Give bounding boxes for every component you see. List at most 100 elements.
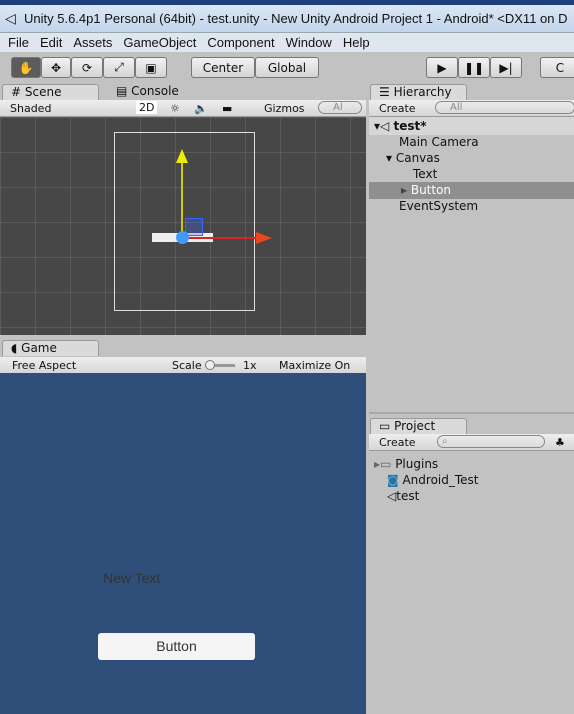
folder-icon: ▭ (379, 419, 395, 433)
pivot-center-button[interactable]: Center (191, 57, 255, 78)
menu-file[interactable]: File (8, 33, 29, 52)
project-item[interactable]: ◁test (387, 489, 419, 503)
scale-slider-thumb[interactable] (205, 360, 215, 370)
play-button[interactable]: ▶ (426, 57, 458, 78)
tab-console[interactable]: ▤ Console (108, 84, 198, 100)
x-axis-handle[interactable] (182, 237, 258, 239)
project-search-input[interactable]: ⌕ (437, 435, 545, 448)
aspect-dropdown[interactable]: Free Aspect (12, 359, 76, 372)
new-text-label: New Text (103, 570, 161, 586)
unity-scene-icon: ◁ (387, 489, 397, 503)
global-label: Global (267, 60, 307, 75)
game-button[interactable]: Button (98, 633, 255, 660)
tab-project[interactable]: ▭ Project (370, 418, 467, 434)
gizmos-dropdown[interactable]: Gizmos (264, 102, 305, 115)
menu-assets[interactable]: Assets (73, 33, 112, 52)
menu-help[interactable]: Help (343, 33, 370, 52)
audio-icon[interactable]: 🔈 (194, 102, 208, 115)
hierarchy-item[interactable]: Main Camera (399, 135, 479, 149)
tab-scene[interactable]: # Scene (2, 84, 99, 100)
filter-type-icon[interactable]: ♣ (555, 436, 565, 449)
item-label: Android_Test (402, 473, 479, 487)
scene-view[interactable] (0, 117, 366, 335)
hand-tool-button[interactable]: ✋ (11, 57, 41, 78)
rotate-tool-button[interactable]: ⟳ (71, 57, 103, 78)
scale-tool-button[interactable]: ⤢ (103, 57, 135, 78)
menu-bar: File Edit Assets GameObject Component Wi… (0, 32, 574, 52)
hierarchy-create-dropdown[interactable]: Create (379, 102, 416, 115)
play-icon: ▶ (437, 60, 447, 75)
hierarchy-item-selected[interactable]: ▸ Button (401, 183, 451, 197)
project-item[interactable]: ▸▭ Plugins (374, 457, 438, 471)
y-arrow-icon (176, 149, 188, 163)
shading-dropdown[interactable]: Shaded (10, 102, 51, 115)
project-create-dropdown[interactable]: Create (379, 436, 416, 449)
pivot-handle[interactable] (176, 231, 189, 244)
item-label: Plugins (395, 457, 439, 471)
hierarchy-item[interactable]: ▾ Canvas (386, 151, 440, 165)
game-icon: ◖ (11, 341, 22, 355)
tab-game[interactable]: ◖ Game (2, 340, 99, 356)
grid-icon: # (11, 85, 25, 99)
scale-label: Scale (172, 359, 202, 372)
item-label: Canvas (395, 151, 440, 165)
scene-root[interactable]: ▾◁ test* (374, 119, 426, 133)
unity-logo-icon: ◁ (5, 10, 16, 26)
move-tool-button[interactable]: ✥ (41, 57, 71, 78)
y-axis-handle[interactable] (181, 157, 183, 237)
move-icon: ✥ (50, 60, 62, 75)
hierarchy-item[interactable]: EventSystem (399, 199, 478, 213)
game-toolbar: Free Aspect Scale 1x Maximize On Pla (0, 357, 366, 385)
main-toolbar: ✋ ✥ ⟳ ⤢ ▣ Center Global ▶ ❚❚ ▶| C (0, 52, 574, 84)
x-arrow-icon (256, 232, 272, 244)
scale-value: 1x (243, 359, 257, 372)
item-label: Button (410, 183, 452, 197)
collab-label: C (555, 60, 565, 75)
hierarchy-item[interactable]: Text (413, 167, 437, 181)
item-label: test (396, 489, 420, 503)
collab-button[interactable]: C (540, 57, 574, 78)
window-title: Unity 5.6.4p1 Personal (64bit) - test.un… (24, 11, 568, 26)
game-view[interactable]: New Text Button (0, 373, 366, 714)
center-label: Center (202, 60, 244, 75)
selected-row[interactable] (369, 182, 574, 199)
step-icon: ▶| (499, 60, 513, 75)
expand-arrow-icon: ▾ (386, 151, 396, 165)
panel-divider (369, 412, 574, 414)
title-bar: ◁ Unity 5.6.4p1 Personal (64bit) - test.… (0, 5, 574, 32)
project-tab-label: Project (394, 419, 436, 433)
menu-component[interactable]: Component (207, 33, 274, 52)
project-item[interactable]: ◙ Android_Test (387, 473, 479, 487)
rect-tool-button[interactable]: ▣ (135, 57, 167, 78)
menu-edit[interactable]: Edit (40, 33, 62, 52)
scene-tab-label: Scene (24, 85, 62, 99)
menu-window[interactable]: Window (286, 33, 332, 52)
hierarchy-toolbar: Create All (369, 100, 574, 117)
scene-toolbar: Shaded 2D ☼ 🔈 ▬ Gizmos Al (0, 100, 366, 117)
folder-icon: ▸▭ (374, 457, 396, 471)
lighting-icon[interactable]: ☼ (170, 102, 180, 115)
list-icon: ☰ (379, 85, 394, 99)
hierarchy-tab-label: Hierarchy (393, 85, 452, 99)
tab-hierarchy[interactable]: ☰ Hierarchy (370, 84, 467, 100)
hand-icon: ✋ (18, 60, 34, 75)
pivot-global-button[interactable]: Global (255, 57, 319, 78)
effects-icon[interactable]: ▬ (222, 102, 232, 115)
2d-toggle[interactable]: 2D (136, 101, 158, 114)
step-button[interactable]: ▶| (490, 57, 522, 78)
console-tab-label: Console (131, 84, 179, 98)
expand-arrow-icon: ▾◁ (374, 119, 390, 133)
csharp-script-icon: ◙ (387, 473, 403, 487)
pause-icon: ❚❚ (463, 60, 485, 75)
hierarchy-search-input[interactable]: All (435, 101, 574, 114)
scale-icon: ⤢ (114, 60, 124, 74)
pause-button[interactable]: ❚❚ (458, 57, 490, 78)
rect-icon: ▣ (145, 60, 157, 75)
console-icon: ▤ (116, 84, 132, 98)
scene-search-input[interactable]: Al (318, 101, 362, 114)
collapse-arrow-icon: ▸ (401, 183, 411, 197)
menu-gameobject[interactable]: GameObject (123, 33, 196, 52)
game-tab-label: Game (21, 341, 57, 355)
scene-name: test* (393, 119, 427, 133)
rotate-icon: ⟳ (81, 60, 93, 75)
